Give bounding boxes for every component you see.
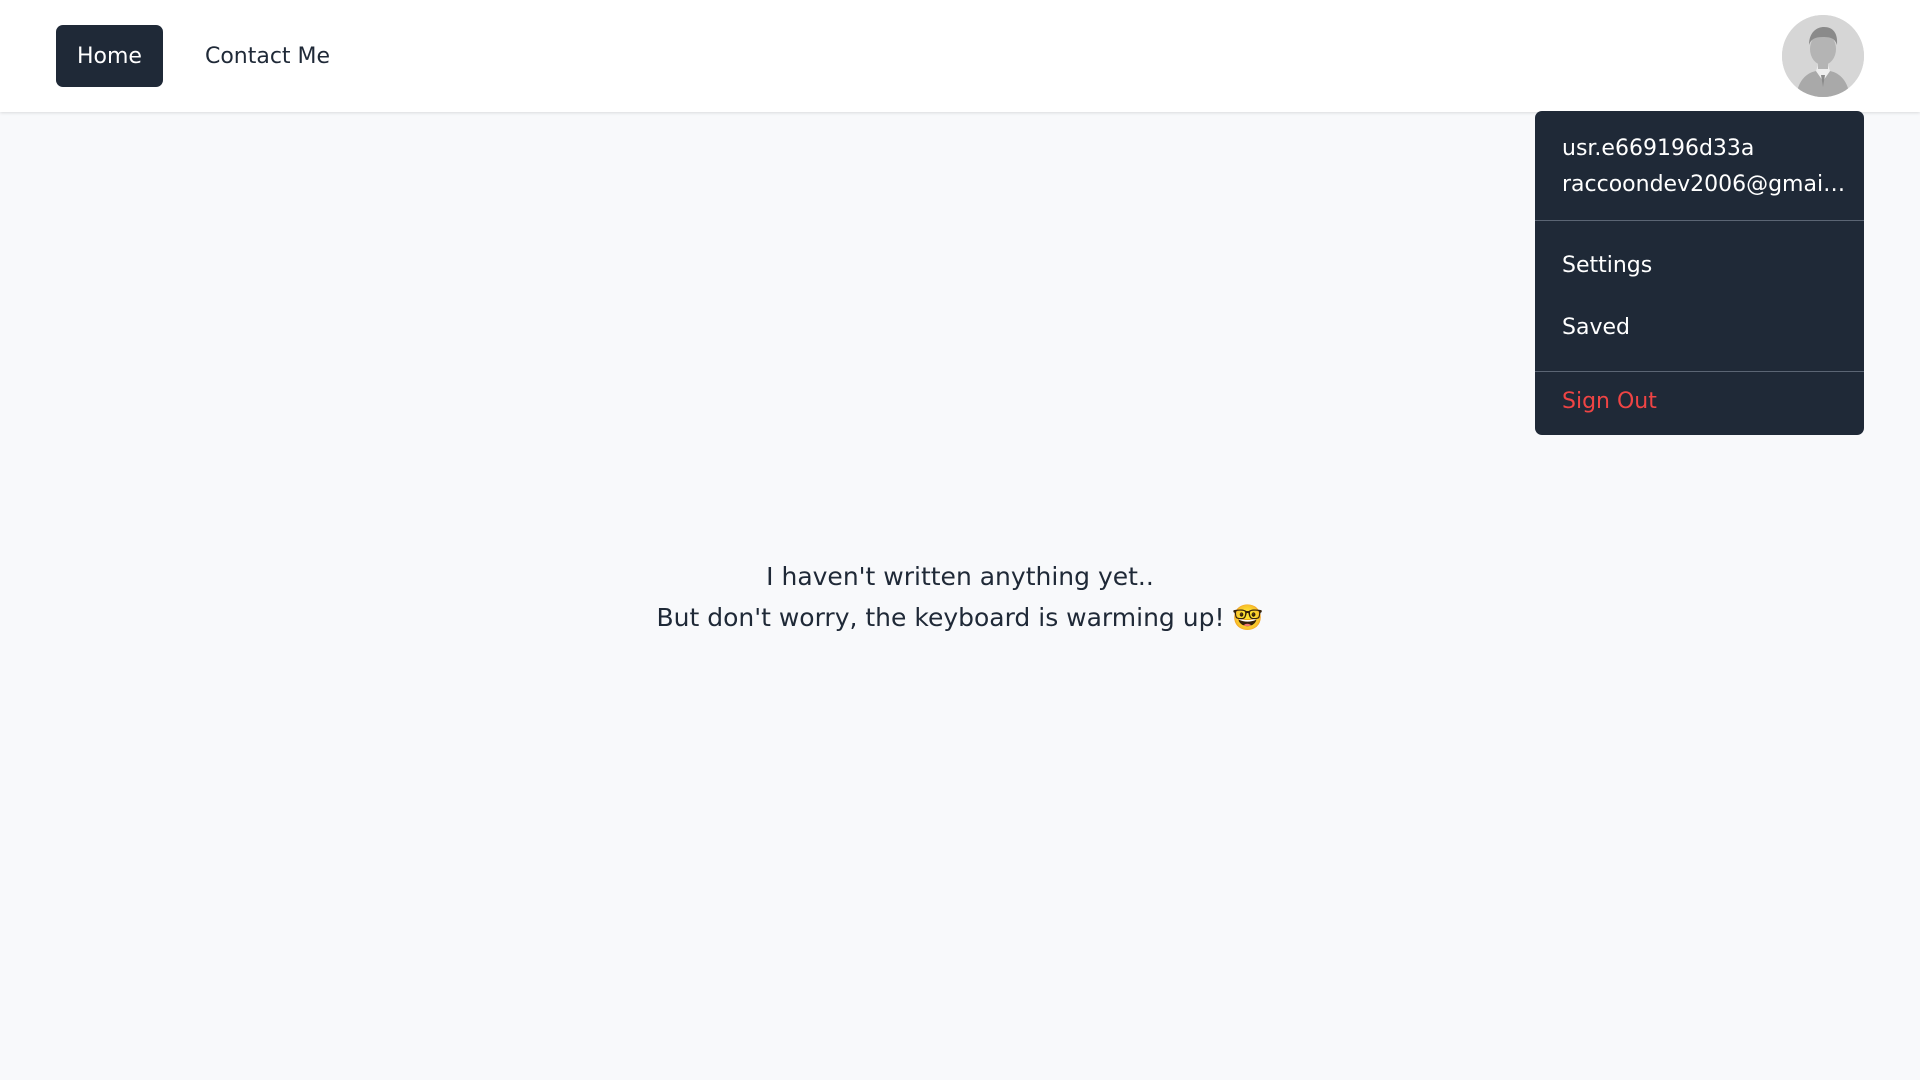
user-dropdown-menu: usr.e669196d33a raccoondev2006@gmail.com… [1535, 111, 1864, 435]
menu-item-settings[interactable]: Settings [1562, 251, 1652, 281]
empty-state-line-1: I haven't written anything yet.. [766, 562, 1154, 591]
dropdown-email: raccoondev2006@gmail.com [1562, 172, 1847, 197]
nav-link-contact-me[interactable]: Contact Me [184, 25, 351, 87]
nav-link-home[interactable]: Home [56, 25, 163, 87]
empty-state-message: I haven't written anything yet.. But don… [0, 556, 1920, 638]
menu-item-sign-out[interactable]: Sign Out [1562, 387, 1657, 417]
dropdown-username: usr.e669196d33a [1562, 136, 1755, 161]
main-nav: Home Contact Me [56, 25, 351, 87]
top-navbar: Home Contact Me [0, 0, 1920, 112]
dropdown-divider [1535, 220, 1864, 221]
dropdown-divider [1535, 371, 1864, 372]
dropdown-user-info: usr.e669196d33a raccoondev2006@gmail.com [1562, 131, 1847, 203]
default-user-avatar-icon [1782, 15, 1864, 97]
empty-state-line-2: But don't worry, the keyboard is warming… [656, 603, 1264, 632]
menu-item-saved[interactable]: Saved [1562, 313, 1630, 343]
user-avatar-button[interactable] [1782, 15, 1864, 97]
